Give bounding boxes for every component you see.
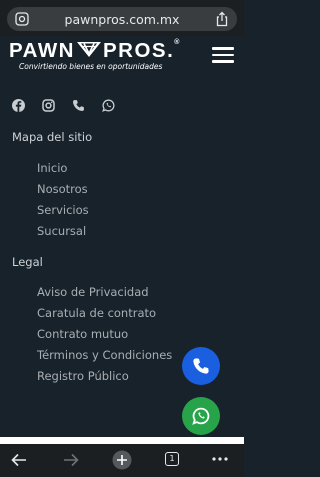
legal-title: Legal [12, 255, 43, 269]
registered-mark: ® [174, 39, 180, 46]
logo-text-right: PROS. [102, 39, 175, 62]
instagram-icon[interactable] [42, 99, 55, 112]
link-terminos-condiciones[interactable]: Términos y Condiciones [37, 348, 172, 362]
link-sucursal[interactable]: Sucursal [37, 224, 86, 238]
logo-text-left: PAWN [9, 39, 75, 62]
site-header: PAWN PROS.® Convirtiendo bienes en oport… [0, 36, 244, 78]
pawnpros-logo[interactable]: PAWN PROS.® [9, 39, 179, 63]
facebook-icon[interactable] [12, 99, 25, 112]
forward-arrow-icon[interactable] [62, 452, 80, 468]
back-arrow-icon[interactable] [10, 452, 28, 468]
browser-address-bar: pawnpros.com.mx [0, 0, 244, 36]
link-caratula-contrato[interactable]: Caratula de contrato [37, 306, 156, 320]
phone-icon[interactable] [72, 99, 85, 112]
call-button[interactable] [182, 347, 220, 385]
link-registro-publico[interactable]: Registro Público [37, 369, 129, 383]
link-inicio[interactable]: Inicio [37, 161, 67, 175]
share-icon[interactable] [215, 11, 229, 27]
whatsapp-button[interactable] [182, 397, 220, 435]
diamond-icon [76, 42, 101, 57]
whatsapp-icon [192, 407, 210, 425]
link-nosotros[interactable]: Nosotros [37, 182, 88, 196]
more-options-icon[interactable] [212, 457, 228, 461]
phone-icon [193, 358, 209, 374]
link-aviso-privacidad[interactable]: Aviso de Privacidad [37, 285, 149, 299]
link-contrato-mutuo[interactable]: Contrato mutuo [37, 327, 128, 341]
new-tab-icon[interactable] [112, 450, 132, 470]
whatsapp-icon[interactable] [102, 99, 115, 112]
page-bottom-strip [0, 437, 244, 444]
tagline: Convirtiendo bienes en oportunidades [19, 62, 163, 71]
menu-icon[interactable] [212, 47, 234, 63]
sitemap-title: Mapa del sitio [12, 130, 93, 144]
link-servicios[interactable]: Servicios [37, 203, 89, 217]
url-field[interactable]: pawnpros.com.mx [7, 7, 237, 31]
url-text: pawnpros.com.mx [64, 12, 180, 27]
browser-toolbar: 1 [0, 444, 244, 477]
tab-switcher-button[interactable]: 1 [165, 452, 179, 466]
